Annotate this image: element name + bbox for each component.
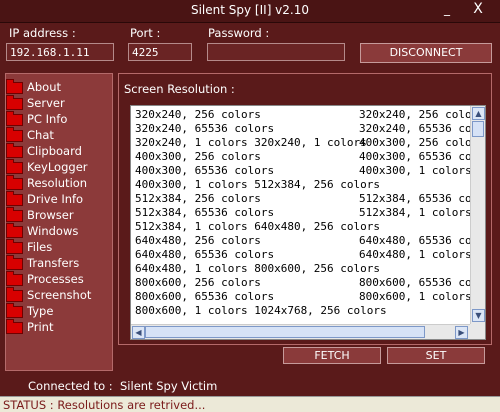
sidebar-item-transfers[interactable]: Transfers	[6, 255, 106, 271]
list-item[interactable]: 512x384, 65536 colors	[359, 192, 485, 205]
folder-icon	[6, 95, 23, 110]
set-button[interactable]: SET	[387, 347, 485, 364]
sidebar-item-keylogger[interactable]: KeyLogger	[6, 159, 106, 175]
connected-to-label: Connected to :	[28, 379, 113, 393]
folder-icon	[6, 255, 23, 270]
list-item[interactable]: 640x480, 1 colors	[359, 248, 472, 261]
list-item[interactable]: 400x300, 65536 colors	[135, 164, 274, 177]
panel-title: Screen Resolution :	[124, 82, 235, 96]
list-item[interactable]: 512x384, 1 colors 640x480, 256 colors	[135, 220, 380, 233]
list-item[interactable]: 800x600, 1 colors 1024x768, 256 colors	[135, 304, 387, 317]
password-input[interactable]	[207, 43, 345, 61]
list-item[interactable]: 400x300, 1 colors	[359, 164, 472, 177]
scrollbar-corner	[470, 324, 485, 339]
list-item[interactable]: 800x600, 256 colors	[135, 276, 261, 289]
sidebar-item-pc-info[interactable]: PC Info	[6, 111, 106, 127]
sidebar-item-clipboard[interactable]: Clipboard	[6, 143, 106, 159]
sidebar-item-screenshot[interactable]: Screenshot	[6, 287, 106, 303]
scroll-up-icon[interactable]: ▲	[472, 107, 485, 120]
folder-icon	[6, 207, 23, 222]
list-item[interactable]: 640x480, 65536 colors	[135, 248, 274, 261]
close-button[interactable]: X	[469, 1, 487, 19]
list-item[interactable]: 512x384, 65536 colors	[135, 206, 274, 219]
list-item[interactable]: 320x240, 65536 colors	[359, 122, 485, 135]
fetch-button[interactable]: FETCH	[283, 347, 381, 364]
folder-icon	[6, 127, 23, 142]
scroll-left-icon[interactable]: ◀	[132, 326, 145, 339]
list-item[interactable]: 320x240, 256 colors	[359, 108, 485, 121]
password-label: Password :	[208, 26, 270, 40]
sidebar-item-processes[interactable]: Processes	[6, 271, 106, 287]
list-item[interactable]: 512x384, 256 colors	[135, 192, 261, 205]
sidebar-item-files[interactable]: Files	[6, 239, 106, 255]
sidebar-item-server[interactable]: Server	[6, 95, 106, 111]
list-item[interactable]: 800x600, 65536 colors	[359, 276, 485, 289]
list-item[interactable]: 640x480, 65536 colors	[359, 234, 485, 247]
folder-icon	[6, 319, 23, 334]
folder-icon	[6, 191, 23, 206]
scroll-right-icon[interactable]: ▶	[455, 326, 468, 339]
folder-icon	[6, 303, 23, 318]
folder-icon	[6, 239, 23, 254]
sidebar-item-print[interactable]: Print	[6, 319, 106, 335]
port-input[interactable]	[128, 43, 192, 61]
list-item[interactable]: 320x240, 65536 colors	[135, 122, 274, 135]
list-item[interactable]: 640x480, 1 colors 800x600, 256 colors	[135, 262, 380, 275]
sidebar-item-drive-info[interactable]: Drive Info	[6, 191, 106, 207]
folder-icon	[6, 287, 23, 302]
list-item[interactable]: 400x300, 1 colors 512x384, 256 colors	[135, 178, 380, 191]
folder-icon	[6, 111, 23, 126]
connected-to-value: Silent Spy Victim	[120, 379, 218, 393]
title-bar[interactable]: Silent Spy [II] v2.10 _ X	[0, 0, 500, 23]
list-item[interactable]: 800x600, 65536 colors	[135, 290, 274, 303]
horizontal-scrollbar[interactable]: ◀ ▶	[131, 324, 470, 339]
port-label: Port :	[130, 26, 161, 40]
sidebar-item-type[interactable]: Type	[6, 303, 106, 319]
status-text: STATUS : Resolutions are retrived...	[3, 398, 206, 412]
list-item[interactable]: 400x300, 65536 colors	[359, 150, 485, 163]
sidebar-item-chat[interactable]: Chat	[6, 127, 106, 143]
list-item[interactable]: 320x240, 256 colors	[135, 108, 261, 121]
list-item[interactable]: 640x480, 256 colors	[135, 234, 261, 247]
sidebar-item-browser[interactable]: Browser	[6, 207, 106, 223]
disconnect-button[interactable]: DISCONNECT	[360, 43, 492, 63]
list-item[interactable]: 400x300, 256 colors	[359, 136, 485, 149]
status-bar: STATUS : Resolutions are retrived...	[0, 396, 500, 412]
folder-icon	[6, 175, 23, 190]
scroll-down-icon[interactable]: ▼	[472, 309, 485, 322]
folder-icon	[6, 143, 23, 158]
list-item[interactable]: 800x600, 1 colors	[359, 290, 472, 303]
window-title: Silent Spy [II] v2.10	[190, 3, 310, 17]
vertical-scrollbar[interactable]: ▲ ▼	[470, 106, 485, 324]
ip-address-input[interactable]	[6, 43, 114, 61]
list-item[interactable]: 400x300, 256 colors	[135, 150, 261, 163]
horizontal-scroll-thumb[interactable]	[145, 326, 425, 338]
sidebar-item-windows[interactable]: Windows	[6, 223, 106, 239]
list-item[interactable]: 320x240, 1 colors 320x240, 1 colors	[135, 136, 367, 149]
folder-icon	[6, 159, 23, 174]
sidebar-item-resolution[interactable]: Resolution	[6, 175, 106, 191]
sidebar-item-about[interactable]: About	[6, 79, 106, 95]
vertical-scroll-thumb[interactable]	[472, 121, 484, 137]
ip-address-label: IP address :	[9, 26, 76, 40]
folder-icon	[6, 223, 23, 238]
minimize-button[interactable]: _	[444, 2, 458, 18]
list-item[interactable]: 512x384, 1 colors	[359, 206, 472, 219]
folder-icon	[6, 271, 23, 286]
folder-icon	[6, 79, 23, 94]
resolution-list[interactable]: 320x240, 256 colors 320x240, 256 colors …	[130, 105, 486, 340]
